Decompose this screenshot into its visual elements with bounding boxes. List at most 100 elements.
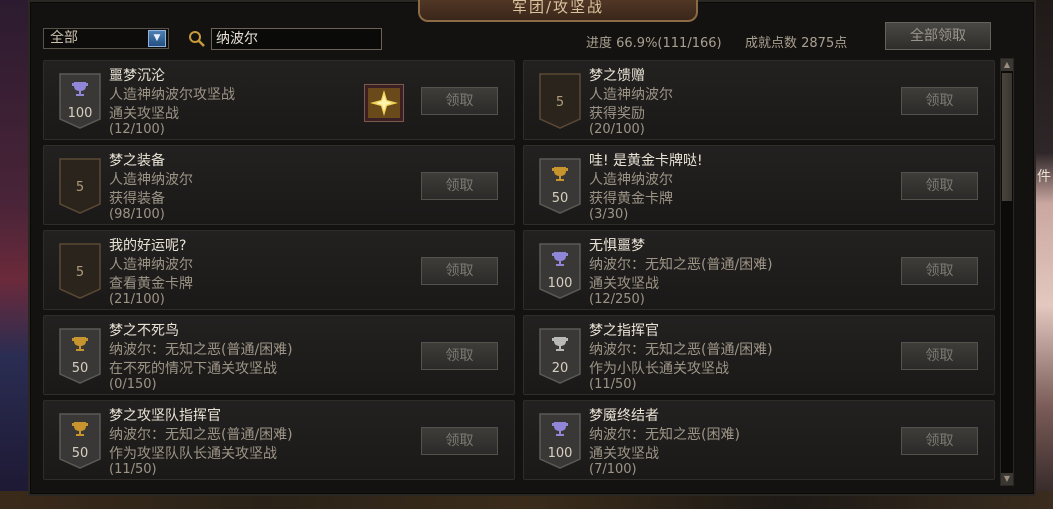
achievement-dungeon: 人造神纳波尔 — [109, 172, 193, 188]
side-hint-text: 件 — [1037, 169, 1051, 185]
achievement-title: 哇! 是黄金卡牌哒! — [589, 153, 703, 169]
badge-points: 100 — [67, 106, 93, 121]
badge-points: 50 — [71, 361, 89, 376]
achievement-badge: 50 — [59, 328, 101, 384]
achievement-card: 100 梦魇终结者 纳波尔：无知之恶(困难) 通关攻坚战 (7/100) 领取 — [523, 400, 995, 480]
achievement-condition: 作为小队长通关攻坚战 — [589, 361, 729, 377]
scroll-up-arrow-icon[interactable]: ▲ — [1001, 59, 1013, 71]
achievement-dungeon: 人造神纳波尔攻坚战 — [109, 87, 235, 103]
claim-all-button[interactable]: 全部领取 — [885, 22, 991, 50]
achievement-card: 20 梦之指挥官 纳波尔：无知之恶(普通/困难) 作为小队长通关攻坚战 (11/5… — [523, 315, 995, 395]
achievement-dungeon: 纳波尔：无知之恶(普通/困难) — [109, 342, 293, 358]
achievement-progress: (11/50) — [109, 462, 157, 477]
achievement-dungeon: 人造神纳波尔 — [589, 172, 673, 188]
achievement-badge: 100 — [59, 73, 101, 129]
scroll-down-arrow-icon[interactable]: ▼ — [1001, 473, 1013, 485]
claim-button[interactable]: 领取 — [421, 427, 498, 455]
achievement-points: 成就点数 2875点 — [745, 36, 848, 51]
category-filter-select[interactable]: 全部 ▼ — [43, 28, 169, 49]
claim-button[interactable]: 领取 — [421, 342, 498, 370]
badge-points: 100 — [547, 276, 573, 291]
achievement-condition: 获得奖励 — [589, 106, 645, 122]
chevron-down-icon[interactable]: ▼ — [148, 30, 166, 47]
achievement-card: 50 梦之不死鸟 纳波尔：无知之恶(普通/困难) 在不死的情况下通关攻坚战 (0/… — [43, 315, 515, 395]
achievement-title: 噩梦沉沦 — [109, 68, 165, 84]
achievement-title: 无惧噩梦 — [589, 238, 645, 254]
claim-button[interactable]: 领取 — [901, 257, 978, 285]
trophy-icon — [552, 422, 568, 436]
trophy-icon — [552, 252, 568, 266]
achievement-progress: (20/100) — [589, 122, 645, 137]
achievement-condition: 查看黄金卡牌 — [109, 276, 193, 292]
achievement-badge: 100 — [539, 243, 581, 299]
achievement-badge: 20 — [539, 328, 581, 384]
scroll-thumb[interactable] — [1002, 73, 1012, 201]
reward-item[interactable] — [364, 84, 404, 122]
badge-points: 50 — [551, 191, 569, 206]
achievement-dungeon: 人造神纳波尔 — [589, 87, 673, 103]
claim-button[interactable]: 领取 — [421, 87, 498, 115]
reward-sparkle-icon — [368, 88, 400, 118]
achievement-condition: 获得装备 — [109, 191, 165, 207]
achievement-title: 梦之攻坚队指挥官 — [109, 408, 221, 424]
achievement-title: 梦之指挥官 — [589, 323, 659, 339]
claim-button[interactable]: 领取 — [901, 87, 978, 115]
badge-points: 5 — [75, 180, 85, 195]
achievement-progress: (11/50) — [589, 377, 637, 392]
achievement-progress: (12/100) — [109, 122, 165, 137]
achievement-title: 梦之装备 — [109, 153, 165, 169]
achievement-condition: 通关攻坚战 — [589, 446, 659, 462]
trophy-icon — [72, 337, 88, 351]
achievement-badge: 5 — [539, 73, 581, 129]
achievement-card: 5 梦之馈赠 人造神纳波尔 获得奖励 (20/100) 领取 — [523, 60, 995, 140]
achievement-card: 5 我的好运呢? 人造神纳波尔 查看黄金卡牌 (21/100) 领取 — [43, 230, 515, 310]
achievement-progress: (12/250) — [589, 292, 645, 307]
badge-points: 20 — [551, 361, 569, 376]
achievement-progress: (98/100) — [109, 207, 165, 222]
trophy-icon — [552, 167, 568, 181]
trophy-icon — [72, 82, 88, 96]
achievement-condition: 通关攻坚战 — [589, 276, 659, 292]
achievement-card: 100 无惧噩梦 纳波尔：无知之恶(普通/困难) 通关攻坚战 (12/250) 领取 — [523, 230, 995, 310]
search-input[interactable]: 纳波尔 — [211, 28, 382, 50]
achievement-title: 梦之不死鸟 — [109, 323, 179, 339]
badge-points: 5 — [75, 265, 85, 280]
badge-points: 100 — [547, 446, 573, 461]
panel-title: 军团/攻坚战 — [418, 0, 698, 22]
claim-button[interactable]: 领取 — [901, 427, 978, 455]
achievement-progress: (21/100) — [109, 292, 165, 307]
achievement-dungeon: 纳波尔：无知之恶(困难) — [589, 427, 740, 443]
achievement-card: 100 噩梦沉沦 人造神纳波尔攻坚战 通关攻坚战 (12/100) 领取 — [43, 60, 515, 140]
achievement-condition: 作为攻坚队队长通关攻坚战 — [109, 446, 277, 462]
achievement-badge: 5 — [59, 158, 101, 214]
claim-button[interactable]: 领取 — [901, 172, 978, 200]
achievement-dungeon: 纳波尔：无知之恶(普通/困难) — [589, 257, 773, 273]
achievement-badge: 100 — [539, 413, 581, 469]
achievement-condition: 在不死的情况下通关攻坚战 — [109, 361, 277, 377]
achievement-title: 梦魇终结者 — [589, 408, 659, 424]
achievement-dungeon: 纳波尔：无知之恶(普通/困难) — [109, 427, 293, 443]
claim-button[interactable]: 领取 — [421, 257, 498, 285]
achievement-progress: (3/30) — [589, 207, 629, 222]
achievement-badge: 50 — [539, 158, 581, 214]
achievement-progress: (0/150) — [109, 377, 157, 392]
achievement-badge: 5 — [59, 243, 101, 299]
trophy-icon — [552, 337, 568, 351]
claim-button[interactable]: 领取 — [421, 172, 498, 200]
achievement-condition: 通关攻坚战 — [109, 106, 179, 122]
achievement-card: 50 哇! 是黄金卡牌哒! 人造神纳波尔 获得黄金卡牌 (3/30) 领取 — [523, 145, 995, 225]
filter-value: 全部 — [50, 30, 78, 46]
achievement-title: 梦之馈赠 — [589, 68, 645, 84]
achievement-title: 我的好运呢? — [109, 238, 187, 254]
claim-button[interactable]: 领取 — [901, 342, 978, 370]
badge-points: 5 — [555, 95, 565, 110]
achievement-badge: 50 — [59, 413, 101, 469]
progress-readout: 进度 66.9%(111/166) — [586, 36, 722, 51]
search-icon — [189, 31, 205, 47]
scrollbar[interactable]: ▲ ▼ — [1000, 58, 1014, 486]
achievement-dungeon: 纳波尔：无知之恶(普通/困难) — [589, 342, 773, 358]
achievement-grid: 100 噩梦沉沦 人造神纳波尔攻坚战 通关攻坚战 (12/100) 领取 5 梦之馈… — [43, 60, 996, 486]
achievement-dungeon: 人造神纳波尔 — [109, 257, 193, 273]
achievement-condition: 获得黄金卡牌 — [589, 191, 673, 207]
achievement-progress: (7/100) — [589, 462, 637, 477]
